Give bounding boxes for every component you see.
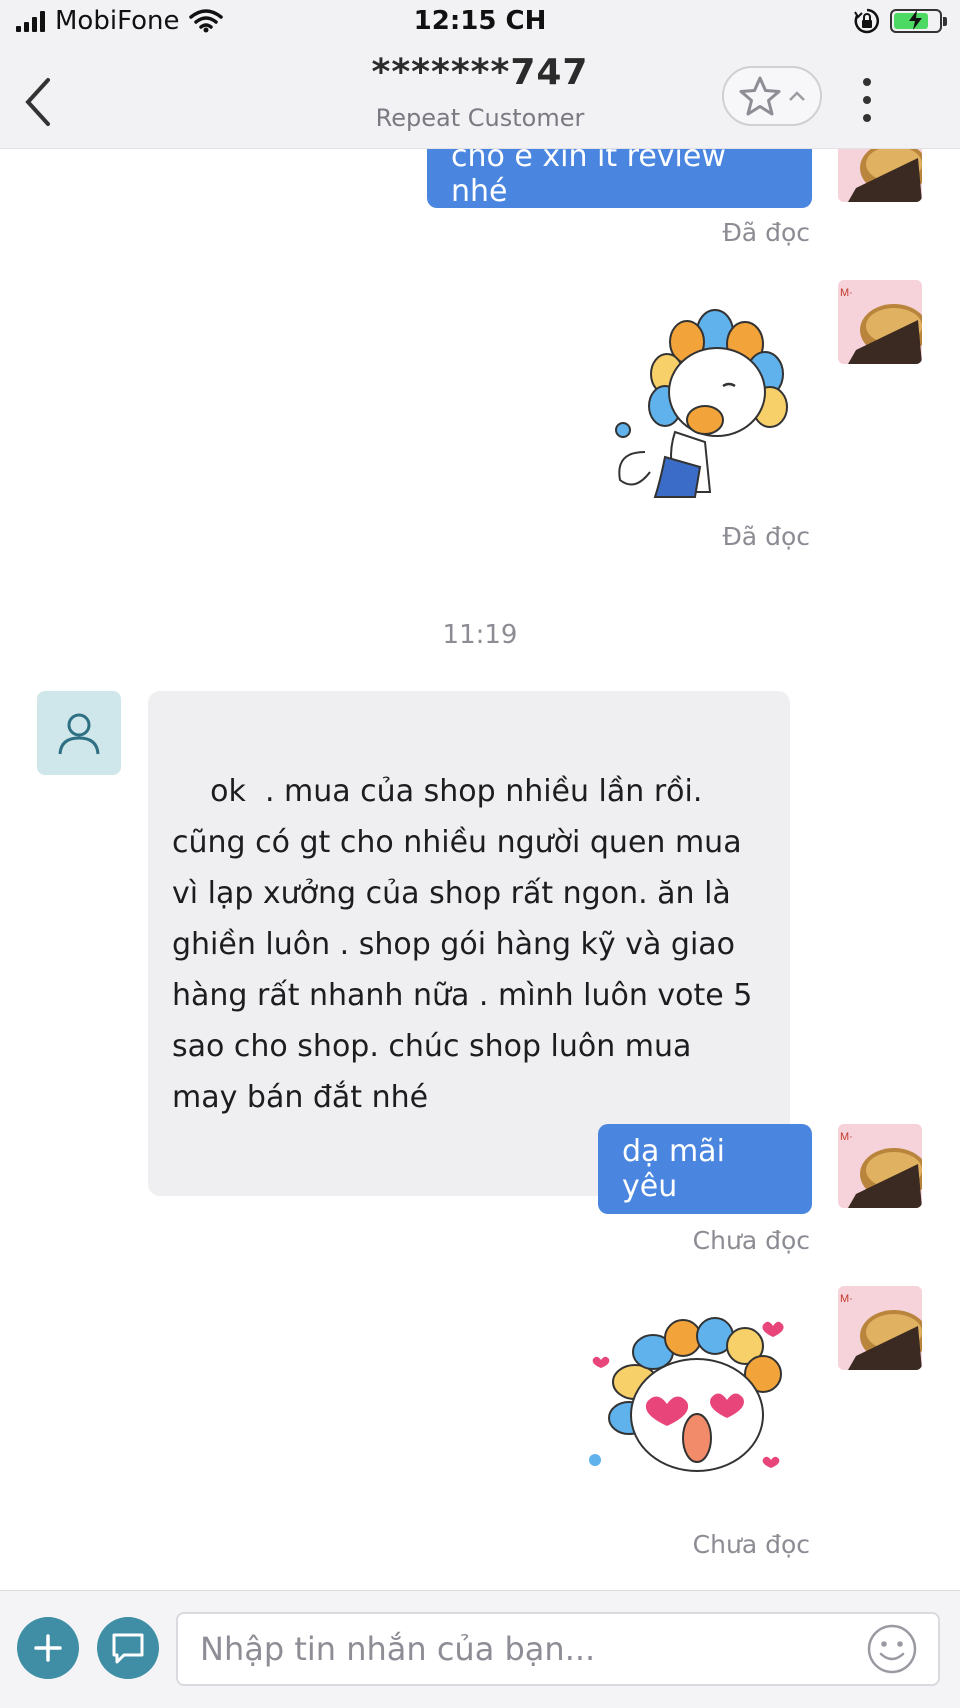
time-divider: 11:19 <box>442 620 518 650</box>
message-text: ok . mua của shop nhiều lần rồi. cũng có… <box>172 774 762 1115</box>
customer-avatar[interactable] <box>37 691 121 775</box>
incoming-message[interactable]: ok . mua của shop nhiều lần rồi. cũng có… <box>148 691 790 1196</box>
top-bar: MobiFone 12:15 CH *******747 Repeat Cust… <box>0 0 960 149</box>
shop-avatar[interactable]: M· <box>838 1286 922 1370</box>
more-options-button[interactable] <box>855 78 879 122</box>
message-text: cho e xin ít review nhé <box>451 139 726 209</box>
chat-bubble-icon <box>112 1633 144 1664</box>
add-attachment-button[interactable] <box>17 1617 79 1679</box>
shop-avatar[interactable]: M· <box>838 280 922 364</box>
svg-text:M·: M· <box>840 1293 853 1305</box>
emoji-smile-icon[interactable] <box>866 1623 918 1675</box>
lion-heart-eyes-sticker[interactable] <box>585 1310 805 1500</box>
read-status: Đã đọc <box>722 218 810 247</box>
status-bar-right <box>854 8 947 34</box>
chat-area[interactable]: cho e xin ít review nhé Đã đọc M· Đã đọc… <box>0 0 960 1590</box>
outgoing-message[interactable]: dạ mãi yêu <box>598 1124 812 1214</box>
lion-bowing-sticker[interactable] <box>605 302 805 502</box>
status-time: 12:15 CH <box>413 6 547 36</box>
read-status: Đã đọc <box>722 522 810 551</box>
orientation-lock-icon <box>854 8 880 34</box>
svg-text:M·: M· <box>840 1131 853 1143</box>
message-text: dạ mãi yêu <box>622 1134 725 1204</box>
plus-icon <box>34 1634 62 1662</box>
svg-text:M·: M· <box>840 287 853 299</box>
quick-reply-button[interactable] <box>97 1617 159 1679</box>
more-vertical-icon <box>863 78 871 86</box>
shop-avatar[interactable]: M· <box>838 1124 922 1208</box>
star-outline-icon <box>739 76 781 116</box>
message-input[interactable] <box>176 1612 940 1686</box>
user-icon <box>58 713 100 755</box>
favorite-toggle-button[interactable] <box>722 66 822 126</box>
read-status: Chưa đọc <box>692 1226 810 1255</box>
chevron-up-icon <box>789 91 805 101</box>
read-status: Chưa đọc <box>692 1530 810 1559</box>
battery-charging-icon <box>890 9 947 33</box>
